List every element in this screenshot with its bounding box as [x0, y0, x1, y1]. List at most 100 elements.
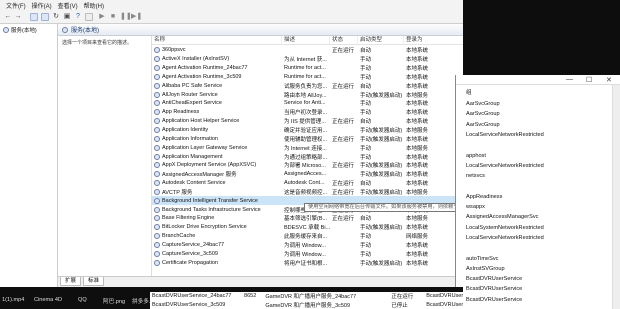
pause-service-icon[interactable]: ❚❚	[120, 13, 132, 21]
taskbar-item[interactable]: 1(1).mp4	[2, 297, 24, 303]
service-logon: 本地系统	[406, 57, 429, 64]
help-icon[interactable]: ?	[74, 13, 82, 21]
table-row[interactable]: ActiveX Installer (AxInstSV) 为从 Internet …	[152, 55, 464, 64]
table-row[interactable]: Certificate Propagation 将用户证书和根... 手动(触发器启…	[152, 258, 464, 267]
tree-item-services-local[interactable]: 服务(本地)	[3, 26, 37, 34]
service-desc: Runtime for act...	[284, 65, 326, 72]
table-row[interactable]: Agent Activation Runtime_24bac77 Runtime …	[152, 64, 464, 73]
service-name-text: Background Tasks Infrastructure Service	[162, 206, 261, 213]
service-name-text: AssignedAccessManager 服务	[162, 172, 237, 179]
table-row[interactable]: AssignedAccessManager 服务 AssignedAcces...…	[152, 170, 464, 179]
table-row[interactable]: Application Identity 确定并验证应用... 手动(触发器启动) 本…	[152, 126, 464, 135]
service-desc: 使用辅助管理权...	[284, 136, 328, 143]
column-status[interactable]: 状态	[330, 36, 358, 44]
refresh-icon[interactable]: ↻	[52, 13, 60, 21]
service-desc: 为部署 Microso...	[284, 163, 326, 170]
menu-bar: 文件(F) 操作(A) 查看(V) 帮助(H)	[0, 1, 104, 11]
table-row[interactable]: Application Host Helper Service 为 IIS 提供管…	[152, 117, 464, 126]
service-start: 手动(触发器启动)	[360, 92, 403, 99]
service-name-text: Application Identity	[162, 127, 209, 134]
service-name: ActiveX Installer (AxInstSV)	[152, 56, 282, 63]
process-desc: GameDVR 和广播用户服务_24bac77	[265, 294, 357, 301]
vertical-scrollbar[interactable]	[612, 85, 620, 309]
column-name[interactable]: 名称	[152, 36, 282, 44]
description-pane: 选择一个项目来查看它的描述。	[62, 40, 133, 46]
table-row[interactable]: Base Filtering Engine 基本筛选引擎(B... 正在运行 自动 本地…	[152, 214, 464, 223]
service-start: 手动	[360, 57, 372, 64]
column-startup-type[interactable]: 启动类型	[358, 36, 404, 44]
tab-extended[interactable]: 扩展	[60, 277, 82, 286]
service-name: AVCTP 服务	[152, 188, 282, 196]
menu-action[interactable]: 操作(A)	[32, 1, 52, 11]
table-row[interactable]: Autodesk Content Service Autodesk Cont...…	[152, 179, 464, 188]
service-name-text: Autodesk Content Service	[162, 180, 226, 187]
table-row[interactable]: BranchCache 此服务缓存来自... 手动 网络服务	[152, 232, 464, 241]
taskbar-item[interactable]: 阿巴.png	[103, 297, 125, 305]
service-name: AntiCheatExpert Service	[152, 100, 282, 107]
maximize-icon[interactable]: ☐	[586, 76, 592, 84]
table-row[interactable]: Alibaba PC Safe Service 试服务负责为您... 正在运行 自动本…	[152, 81, 464, 90]
start-service-icon[interactable]: ▶	[98, 13, 106, 21]
service-start: 手动(触发器启动)	[360, 225, 403, 232]
table-row[interactable]: AppX Deployment Service (AppXSVC) 为部署 Mic…	[152, 161, 464, 170]
service-name-text: AVCTP 服务	[162, 189, 193, 196]
back-icon[interactable]: ←	[4, 13, 12, 21]
restart-service-icon[interactable]: ▶❚	[131, 13, 142, 21]
table-row[interactable]: CaptureService_3c509 为调用 Window... 手动 本地系统	[152, 249, 464, 258]
process-name: BcastDVRUserService_3c509	[152, 301, 226, 308]
menu-file[interactable]: 文件(F)	[6, 1, 26, 11]
table-row[interactable]: BitLocker Drive Encryption Service BDESVC…	[152, 223, 464, 232]
service-desc: Runtime for act...	[284, 73, 326, 80]
service-desc: 为通过组策略部...	[284, 154, 328, 161]
column-log-on-as[interactable]: 登录为	[404, 36, 464, 44]
table-row[interactable]: AVCTP 服务 这是音频视频控... 正在运行 手动(触发器启动) 本地服务	[152, 188, 464, 197]
forward-icon[interactable]: →	[14, 13, 22, 21]
table-row[interactable]: 360ppsvc 正在运行 自动 本地系统	[152, 46, 464, 55]
minimize-icon[interactable]: —	[566, 76, 573, 83]
service-status: 正在运行	[332, 163, 355, 170]
console-tree-icon[interactable]	[30, 13, 38, 21]
close-icon[interactable]: ✕	[606, 76, 612, 84]
gear-icon	[154, 215, 160, 222]
table-row[interactable]: Application Layer Gateway Service 为 Inter…	[152, 143, 464, 152]
table-row[interactable]: Application Information 使用辅助管理权... 正在运行 手动(…	[152, 134, 464, 143]
gear-icon	[154, 100, 160, 107]
column-group-header[interactable]: 组	[466, 88, 472, 96]
gear-icon	[154, 180, 160, 187]
stop-service-icon[interactable]: ■	[109, 13, 117, 21]
table-row[interactable]: AntiCheatExpert Service Service for Anti.…	[152, 99, 464, 108]
service-desc: Autodesk Cont...	[284, 180, 325, 187]
process-row[interactable]: BcastDVRUserService_24bac77 8652 GameDVR 和…	[150, 292, 463, 301]
export-icon[interactable]: ▣	[63, 13, 71, 21]
taskbar-item[interactable]: Cinema 4D	[34, 297, 62, 303]
table-row[interactable]: AllJoyn Router Service 路由本地 AllJoy... 手动(触…	[152, 90, 464, 99]
service-name-text: App Readiness	[162, 109, 200, 116]
group-value: LocalServiceNetworkRestricted	[466, 131, 544, 138]
gear-icon	[154, 197, 160, 204]
table-row[interactable]: Application Management 为通过组策略部... 手动 本地系统	[152, 152, 464, 161]
process-row[interactable]: BcastDVRUserService_3c509 GameDVR 和广播用户服务…	[150, 301, 463, 309]
service-name-text: BranchCache	[162, 233, 196, 240]
table-row[interactable]: Agent Activation Runtime_3c509 Runtime fo…	[152, 73, 464, 82]
menu-help[interactable]: 帮助(H)	[84, 1, 104, 11]
table-row[interactable]: CaptureService_24bac77 为调用 Window... 手动 本地系…	[152, 241, 464, 250]
services-table: 名称 描述 状态 启动类型 登录为 360ppsvc 正在运行 自动 本地系统 Acti…	[151, 36, 464, 276]
gear-icon	[154, 233, 160, 240]
tab-standard[interactable]: 标准	[83, 277, 105, 286]
service-name-text: AntiCheatExpert Service	[162, 100, 222, 107]
service-name: Agent Activation Runtime_24bac77	[152, 65, 282, 72]
list-icon[interactable]	[41, 13, 49, 21]
table-row[interactable]: App Readiness 当用户初次登录... 手动 本地系统	[152, 108, 464, 117]
taskbar-item[interactable]: QQ	[78, 297, 87, 303]
service-name: Background Tasks Infrastructure Service	[152, 206, 282, 213]
gear-icon	[154, 250, 160, 257]
column-description[interactable]: 描述	[282, 36, 330, 44]
properties-icon[interactable]	[85, 13, 93, 21]
service-name: 360ppsvc	[152, 47, 282, 54]
service-name: AppX Deployment Service (AppXSVC)	[152, 162, 282, 169]
service-status: 正在运行	[332, 48, 355, 55]
group-value: wsappx	[466, 204, 485, 210]
service-status: 正在运行	[332, 119, 355, 126]
menu-view[interactable]: 查看(V)	[58, 1, 78, 11]
service-name-text: CaptureService_24bac77	[162, 241, 225, 248]
